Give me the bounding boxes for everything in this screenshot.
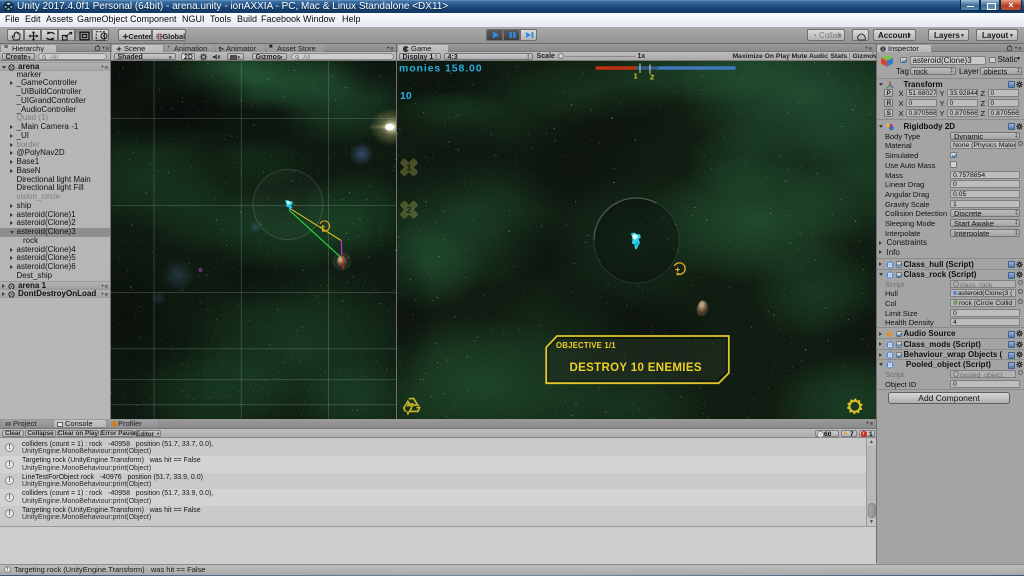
svg-text:1: 1: [406, 163, 412, 174]
svg-text:DESTROY 10 ENEMIES: DESTROY 10 ENEMIES: [569, 362, 702, 374]
svg-text:2: 2: [406, 205, 411, 216]
svg-text:OBJECTIVE 1/1: OBJECTIVE 1/1: [556, 341, 616, 350]
svg-text:2: 2: [650, 73, 654, 82]
svg-text:1: 1: [633, 72, 637, 81]
svg-text:monies 158.00: monies 158.00: [399, 62, 483, 74]
svg-text:10: 10: [400, 90, 412, 102]
